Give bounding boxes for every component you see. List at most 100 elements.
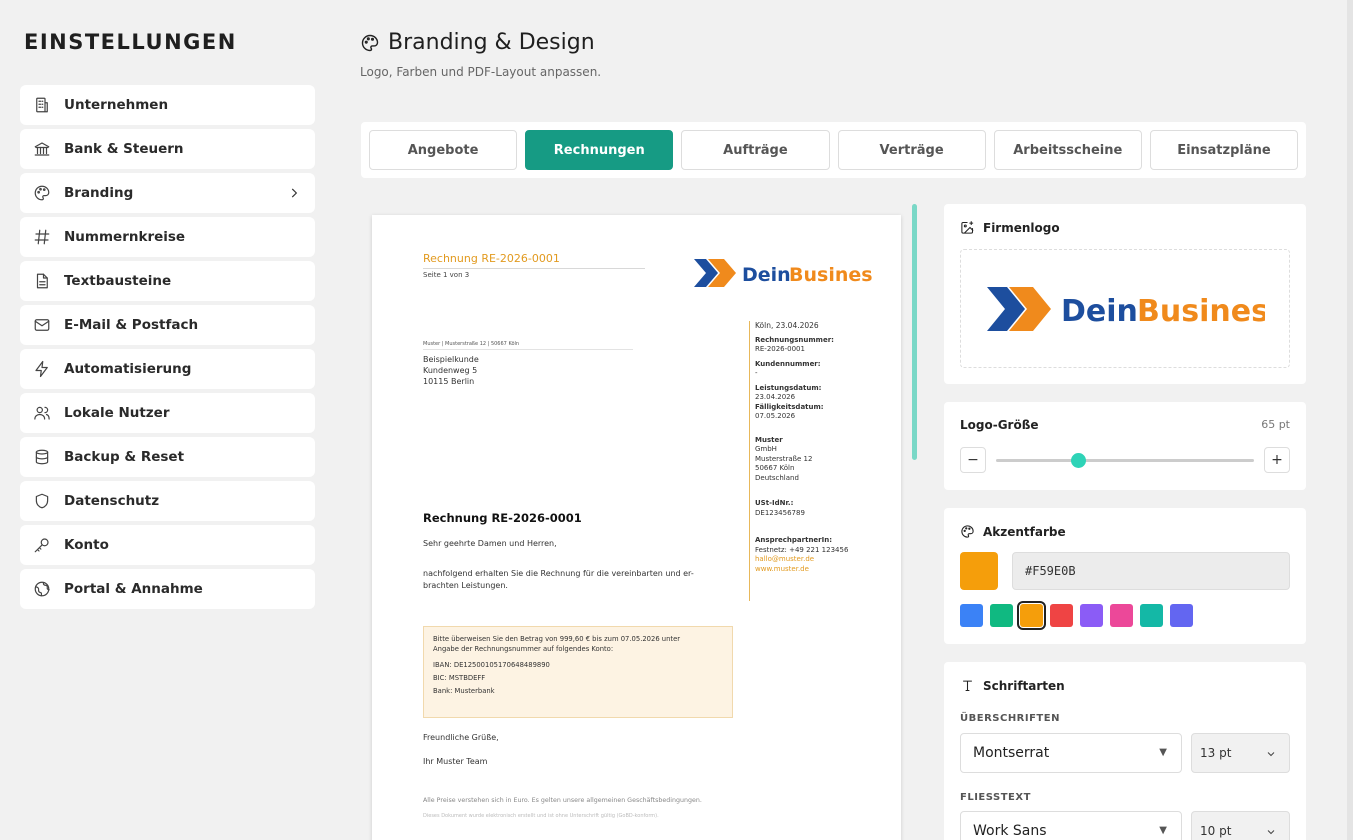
sidebar-item-label: Nummernkreise: [64, 229, 186, 245]
meta-label: Rechnungsnummer:: [755, 335, 834, 344]
color-swatch[interactable]: [990, 604, 1013, 627]
sidebar-item-textbausteine[interactable]: Textbausteine: [20, 261, 315, 301]
lightning-icon: [32, 359, 52, 379]
color-swatch[interactable]: [960, 604, 983, 627]
meta-value: DE123456789: [755, 508, 805, 517]
body-size-select[interactable]: 10 pt: [1191, 811, 1290, 840]
sidebar-item-label: Textbausteine: [64, 273, 172, 289]
logo-text-business: Business: [789, 264, 872, 286]
meta-value: 07.05.2026: [755, 412, 796, 420]
sidebar-item-unternehmen[interactable]: Unternehmen: [20, 85, 315, 125]
headings-size-select[interactable]: 13 pt: [1191, 733, 1290, 773]
meta-value: 23.04.2026: [755, 393, 796, 401]
payment-line: Bitte überweisen Sie den Betrag von 999,…: [433, 635, 681, 643]
preview-page-info: Seite 1 von 3: [423, 271, 470, 279]
palette-icon: [961, 525, 974, 538]
bank-icon: [32, 139, 52, 159]
sidebar-item-branding[interactable]: Branding: [20, 173, 315, 213]
chevron-down-icon: [1267, 752, 1275, 757]
preview-greeting: Sehr geehrte Damen und Herren,: [423, 539, 557, 548]
tab-einsatzplaene[interactable]: Einsatzpläne: [1149, 130, 1299, 170]
recipient-line: 10115 Berlin: [423, 377, 475, 386]
page-subtitle: Logo, Farben und PDF-Layout anpassen.: [360, 65, 602, 79]
logo-text-business: Business: [1137, 294, 1265, 329]
sidebar-item-label: Datenschutz: [64, 493, 160, 509]
sidebar-item-label: Unternehmen: [64, 97, 169, 113]
preview-doc-title: Rechnung RE-2026-0001: [423, 252, 560, 265]
recipient-line: Kundenweg 5: [423, 366, 478, 375]
meta-place-date: Köln, 23.04.2026: [755, 321, 819, 330]
body-font-select[interactable]: Work Sans ▼: [960, 811, 1182, 840]
payment-info-box: Bitte überweisen Sie den Betrag von 999,…: [423, 626, 733, 718]
color-swatch[interactable]: [1170, 604, 1193, 627]
recipient-line: Beispielkunde: [423, 355, 479, 364]
preview-meta-block: Köln, 23.04.2026 Rechnungsnummer: RE-202…: [755, 321, 848, 574]
tab-auftraege[interactable]: Aufträge: [681, 130, 830, 170]
sidebar-item-automatisierung[interactable]: Automatisierung: [20, 349, 315, 389]
company-logo: Dein Business: [694, 259, 872, 287]
sidebar-item-konto[interactable]: Konto: [20, 525, 315, 565]
meta-value: Deutschland: [755, 473, 799, 482]
color-swatch[interactable]: [1110, 604, 1133, 627]
color-swatch[interactable]: [1017, 601, 1046, 630]
headings-font-value: Montserrat: [973, 745, 1050, 761]
body-font-label: FLIESSTEXT: [960, 792, 1031, 803]
color-picker-swatch[interactable]: [960, 552, 998, 590]
decrease-size-button[interactable]: −: [960, 447, 986, 473]
logo-text-dein: Dein: [742, 264, 791, 286]
color-swatch[interactable]: [1050, 604, 1073, 627]
tab-arbeitsscheine[interactable]: Arbeitsscheine: [993, 130, 1142, 170]
logo-size-slider-thumb[interactable]: [1071, 453, 1087, 468]
payment-iban: IBAN: DE12500105170648489890: [433, 661, 550, 669]
page-header: Branding & Design Logo, Farben und PDF-L…: [360, 30, 601, 79]
logo-size-value: 65 pt: [1261, 418, 1290, 431]
triangle-down-icon: ▼: [1159, 825, 1167, 836]
color-swatch[interactable]: [1080, 604, 1103, 627]
meta-value: Musterstraße 12: [755, 454, 813, 463]
chevron-right-icon: [287, 185, 301, 199]
meta-value: GmbH: [755, 445, 777, 453]
logo-panel-title: Firmenlogo: [983, 220, 1060, 235]
sidebar-item-email-postfach[interactable]: E-Mail & Postfach: [20, 305, 315, 345]
preview-body: nachfolgend erhalten Sie die Rechnung fü…: [423, 568, 723, 592]
sidebar-nav: Unternehmen Bank & Steuern Branding Numm…: [20, 85, 315, 613]
tab-rechnungen[interactable]: Rechnungen: [525, 130, 674, 170]
page-title: Branding & Design: [388, 30, 595, 55]
sidebar-item-portal-annahme[interactable]: Portal & Annahme: [20, 569, 315, 609]
sidebar-title: EINSTELLUNGEN: [24, 30, 237, 54]
color-presets: [960, 601, 1193, 630]
color-swatch[interactable]: [1140, 604, 1163, 627]
tab-angebote[interactable]: Angebote: [369, 130, 518, 170]
tab-vertraege[interactable]: Verträge: [837, 130, 986, 170]
sidebar-item-lokale-nutzer[interactable]: Lokale Nutzer: [20, 393, 315, 433]
sidebar-item-label: Branding: [64, 185, 134, 201]
company-logo: Dein Business: [987, 286, 1265, 331]
palette-icon: [32, 183, 52, 203]
logo-dropzone[interactable]: Dein Business: [960, 249, 1290, 368]
chevron-down-icon: [1267, 830, 1275, 835]
pdf-preview: Rechnung RE-2026-0001 Seite 1 von 3 Dein…: [372, 215, 901, 840]
hex-color-input[interactable]: #F59E0B: [1012, 552, 1290, 590]
payment-line: Angabe der Rechnungsnummer auf folgendes…: [433, 645, 614, 653]
document-icon: [32, 271, 52, 291]
fonts-panel-title: Schriftarten: [983, 678, 1065, 693]
logo-size-slider-track[interactable]: [996, 459, 1254, 462]
meta-label: AnsprechpartnerIn:: [755, 536, 833, 544]
database-icon: [32, 447, 52, 467]
increase-size-button[interactable]: +: [1264, 447, 1290, 473]
hash-icon: [32, 227, 52, 247]
globe-icon: [32, 579, 52, 599]
users-icon: [32, 403, 52, 423]
page-scrollbar[interactable]: [1347, 0, 1353, 840]
meta-label: Kundennummer:: [755, 359, 821, 368]
meta-accent-line: [749, 321, 750, 601]
divider: [423, 268, 645, 269]
sidebar-item-bank-steuern[interactable]: Bank & Steuern: [20, 129, 315, 169]
sidebar-item-label: Portal & Annahme: [64, 581, 203, 597]
preview-scrollbar[interactable]: [912, 204, 917, 460]
sidebar-item-datenschutz[interactable]: Datenschutz: [20, 481, 315, 521]
sidebar-item-nummernkreise[interactable]: Nummernkreise: [20, 217, 315, 257]
body-line: brachten Leistungen.: [423, 581, 508, 590]
headings-font-select[interactable]: Montserrat ▼: [960, 733, 1182, 773]
sidebar-item-backup-reset[interactable]: Backup & Reset: [20, 437, 315, 477]
